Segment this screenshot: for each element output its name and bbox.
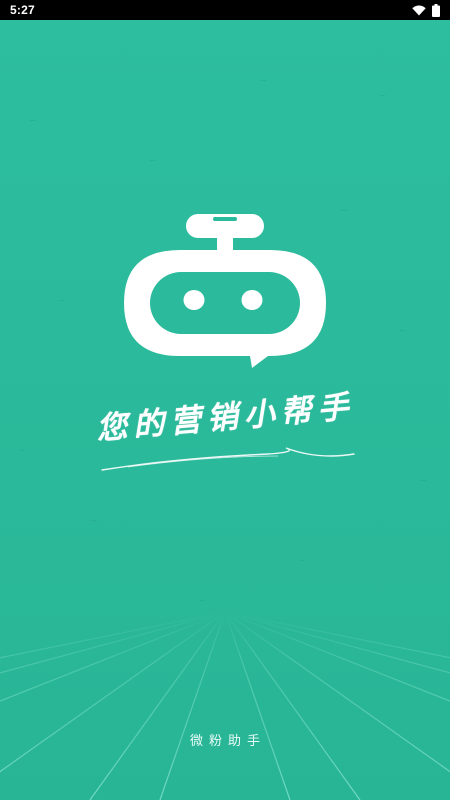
status-bar: 5:27 — [0, 0, 450, 20]
status-time: 5:27 — [10, 3, 35, 17]
status-icons — [412, 3, 440, 17]
battery-icon — [432, 3, 440, 17]
footer-app-name: 微粉助手 — [189, 734, 266, 749]
robot-chat-icon — [124, 214, 326, 368]
splash-screen: 5:27 您的营销小帮手 微粉助手 — [0, 0, 450, 800]
wifi-icon — [412, 5, 426, 16]
tagline-underline — [101, 447, 355, 471]
